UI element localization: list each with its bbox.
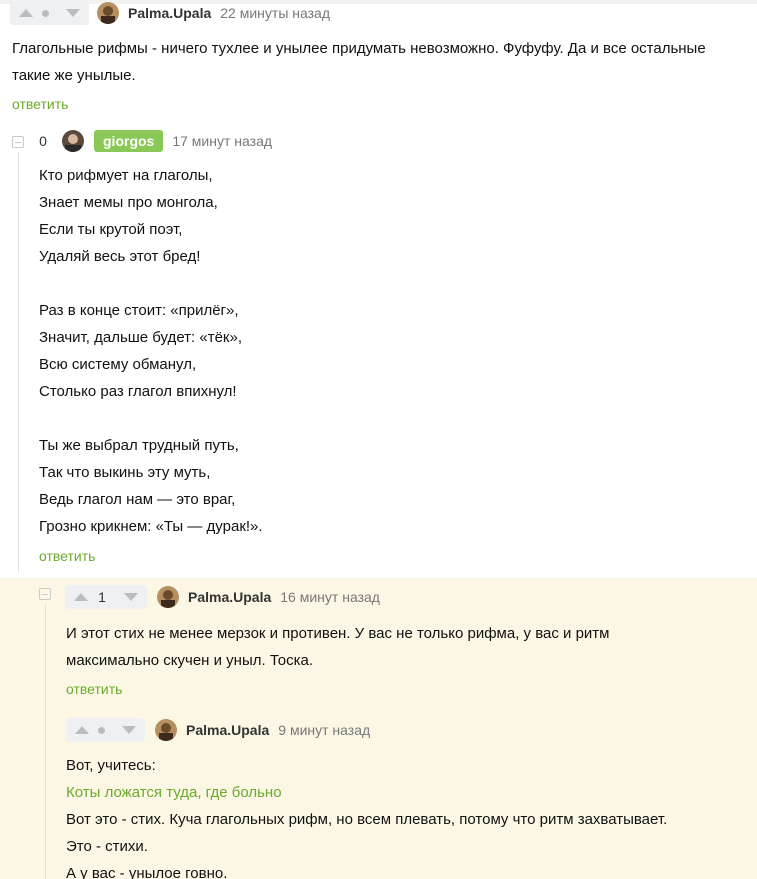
comment-text: Вот, учитесь: Коты ложатся туда, где бол… [66,752,667,879]
reply-link[interactable]: ответить [39,548,95,564]
username[interactable]: Palma.Upala [188,589,271,605]
text-line: А у вас - унылое говно. [66,865,228,879]
username[interactable]: Palma.Upala [186,722,269,738]
upvote-button[interactable] [65,585,97,609]
username[interactable]: Palma.Upala [128,5,211,21]
timestamp[interactable]: 9 минут назад [278,722,370,738]
collapse-icon[interactable] [12,136,24,148]
dot-icon [42,9,49,17]
poem-line: Знает мемы про монгола, [39,194,218,211]
vote-box [66,718,145,742]
comment-text: И этот стих не менее мерзок и противен. … [66,620,609,674]
poem-line: Ты же выбрал трудный путь, [39,437,239,454]
avatar[interactable] [155,719,177,741]
comment-header: Palma.Upala 22 минуты назад [10,0,330,26]
arrow-down-icon [122,726,136,734]
poem-line: Если ты крутой поэт, [39,221,183,238]
reply-link[interactable]: ответить [12,96,68,112]
text-line: максимально скучен и уныл. Тоска. [66,652,314,669]
collapse-icon[interactable] [39,588,51,600]
avatar[interactable] [157,586,179,608]
arrow-down-icon [66,9,80,17]
upvote-button[interactable] [10,1,42,25]
thread-line [45,604,46,879]
text-line: Это - стихи. [66,838,148,855]
comment-header: 0 giorgos 17 минут назад [38,128,272,154]
poem-line: Так что выкинь эту муть, [39,464,211,481]
thread-line [18,152,19,572]
avatar[interactable] [62,130,84,152]
dot-icon [98,726,105,734]
upvote-button[interactable] [66,718,98,742]
text-line: Глагольные рифмы - ничего тухлее и уныле… [12,40,706,57]
rating: 0 [39,133,47,149]
poem-text: Кто рифмует на глаголы, Знает мемы про м… [39,162,263,540]
poem-line: Столько раз глагол впихнул! [39,383,237,400]
comment-header: Palma.Upala 9 минут назад [66,717,370,743]
avatar[interactable] [97,2,119,24]
text-line: такие же унылые. [12,67,136,84]
poem-line: Ведь глагол нам — это враг, [39,491,236,508]
timestamp[interactable]: 17 минут назад [172,133,272,149]
arrow-up-icon [19,9,33,17]
rating: 1 [98,589,106,605]
text-line: Вот, учитесь: [66,757,156,774]
arrow-down-icon [124,593,138,601]
downvote-button[interactable] [113,718,145,742]
timestamp[interactable]: 16 минут назад [280,589,380,605]
poem-line: Удаляй весь этот бред! [39,248,201,265]
downvote-button[interactable] [115,585,147,609]
arrow-up-icon [74,593,88,601]
arrow-up-icon [75,726,89,734]
poem-line: Значит, дальше будет: «тёк», [39,329,242,346]
poem-gap [39,405,263,432]
text-line: И этот стих не менее мерзок и противен. … [66,625,610,642]
timestamp[interactable]: 22 минуты назад [220,5,330,21]
vote-box: 1 [65,585,147,609]
downvote-button[interactable] [57,1,89,25]
poem-line: Раз в конце стоит: «прилёг», [39,302,239,319]
reply-link[interactable]: ответить [66,681,122,697]
poem-line: Грозно крикнем: «Ты — дурак!». [39,518,263,535]
comment-header: 1 Palma.Upala 16 минут назад [65,584,380,610]
poem-line: Кто рифмует на глаголы, [39,167,213,184]
poem-gap [39,270,263,297]
comment-text: Глагольные рифмы - ничего тухлее и уныле… [12,35,706,89]
vote-box [10,1,89,25]
username-badge[interactable]: giorgos [94,130,164,152]
poem-line: Всю систему обманул, [39,356,197,373]
poem-link[interactable]: Коты ложатся туда, где больно [66,779,667,806]
text-line: Вот это - стих. Куча глагольных рифм, но… [66,811,668,828]
